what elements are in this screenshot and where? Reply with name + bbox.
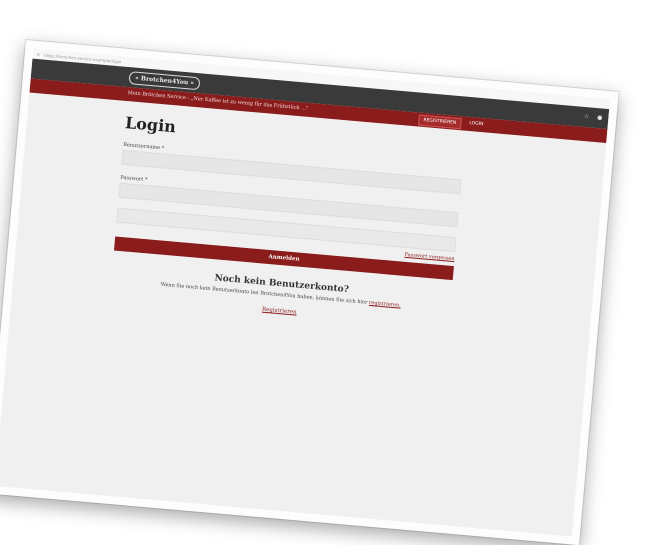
login-content: Login Benutzername * Passwort * Passwort…	[110, 113, 465, 329]
tablet-frame: ⟳ https://brotchen-service.example/login…	[0, 40, 619, 545]
signup-inline-link[interactable]: registrieren.	[369, 300, 401, 309]
nav-icons: ☆ ●	[584, 113, 603, 122]
screen: ⟳ https://brotchen-service.example/login…	[0, 48, 611, 537]
reload-icon[interactable]: ⟳	[37, 52, 41, 57]
star-icon[interactable]: ☆	[584, 113, 590, 120]
login-nav-link[interactable]: LOGIN	[465, 119, 488, 132]
photo-stage: ⟳ https://brotchen-service.example/login…	[0, 0, 645, 545]
register-nav-link[interactable]: REGISTRIEREN	[417, 114, 462, 130]
nav-links: REGISTRIEREN LOGIN	[417, 114, 488, 132]
avatar-icon[interactable]: ●	[597, 114, 603, 121]
